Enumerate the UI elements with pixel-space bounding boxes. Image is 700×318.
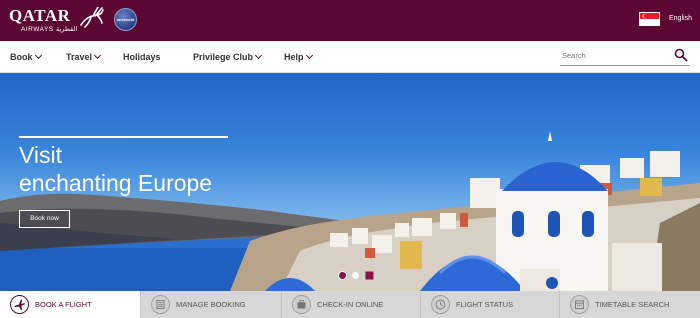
tab-flight-status[interactable]: FLIGHT STATUS [421,291,560,318]
alliance-label: oneworld [116,17,135,22]
carousel-dot[interactable] [351,271,360,280]
oneworld-alliance-badge[interactable]: oneworld [114,8,137,31]
chevron-down-icon [93,51,102,60]
chevron-down-icon [305,51,313,60]
logo-subtext: AIRWAYS القطرية [21,26,78,33]
hero-title-line2: enchanting Europe [19,170,213,196]
book-now-button[interactable]: Book now [19,210,70,228]
nav-label: Help [284,52,304,62]
hero-divider [19,136,228,138]
airplane-icon [10,295,29,314]
nav-item-travel[interactable]: Travel [66,51,102,62]
search-input[interactable] [562,48,666,62]
logo-wordmark: QATAR [9,6,71,25]
tab-manage-booking[interactable]: MANAGE BOOKING [141,291,282,318]
list-icon [151,295,170,314]
chevron-down-icon [34,51,42,60]
tab-label: TIMETABLE SEARCH [595,300,670,309]
hero-banner: Visit enchanting Europe Book now [0,73,700,291]
booking-tabs: BOOK A FLIGHT MANAGE BOOKING CHECK-IN ON… [0,291,700,318]
carousel-dot[interactable] [365,271,374,280]
calendar-icon [570,295,589,314]
hero-title: Visit enchanting Europe [19,141,279,197]
header-bar: QATAR AIRWAYS القطرية oneworld English [0,0,700,41]
nav-label: Holidays [123,52,161,62]
nav-label: Travel [66,52,93,62]
tab-label: MANAGE BOOKING [176,300,246,309]
tab-label: FLIGHT STATUS [456,300,514,309]
qatar-airways-logo[interactable]: QATAR AIRWAYS القطرية [9,5,104,35]
chevron-down-icon [254,51,263,60]
nav-item-holidays[interactable]: Holidays [123,52,161,62]
clock-icon [431,295,450,314]
language-selector[interactable]: English [669,15,692,22]
tab-label: CHECK-IN ONLINE [317,300,384,309]
nav-item-help[interactable]: Help [284,51,313,62]
tab-timetable-search[interactable]: TIMETABLE SEARCH [560,291,700,318]
tab-label: BOOK A FLIGHT [35,300,92,309]
nav-item-privilege-club[interactable]: Privilege Club [193,51,263,62]
tab-check-in-online[interactable]: CHECK-IN ONLINE [282,291,421,318]
nav-label: Book [10,52,33,62]
nav-item-book[interactable]: Book [10,51,42,62]
carousel-dot-active[interactable] [338,271,347,280]
singapore-flag-icon[interactable] [639,12,660,26]
flag-crescent [642,14,648,18]
nav-label: Privilege Club [193,52,254,62]
search-box [560,46,690,66]
search-icon[interactable] [674,48,688,62]
hero-title-line1: Visit [19,142,63,168]
tab-book-a-flight[interactable]: BOOK A FLIGHT [0,291,141,318]
oryx-icon [80,7,104,28]
briefcase-icon [292,295,311,314]
